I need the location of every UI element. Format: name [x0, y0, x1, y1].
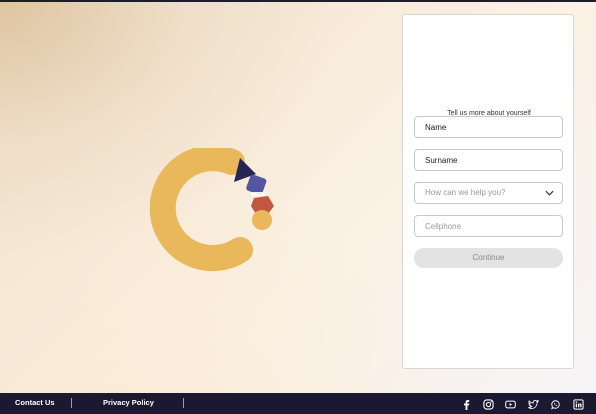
name-input[interactable]	[414, 116, 563, 138]
footer-divider	[183, 398, 184, 408]
linkedin-icon[interactable]	[573, 399, 584, 410]
logo-ring	[149, 148, 253, 272]
privacy-policy-link[interactable]: Privacy Policy	[103, 398, 154, 407]
instagram-icon[interactable]	[483, 399, 494, 410]
footer-divider	[71, 398, 72, 408]
footer-bar: Contact Us Privacy Policy	[0, 393, 596, 414]
signup-form-panel: Tell us more about yourself How can we h…	[402, 14, 574, 369]
continue-button[interactable]: Continue	[414, 248, 563, 268]
chevron-down-icon	[545, 190, 554, 196]
logo-square-highlight	[251, 192, 265, 196]
cellphone-input[interactable]	[414, 215, 563, 237]
logo-dot	[252, 210, 272, 230]
whatsapp-icon[interactable]	[550, 399, 561, 410]
help-topic-value: How can we help you?	[425, 188, 506, 197]
contact-us-link[interactable]: Contact Us	[15, 398, 55, 407]
help-topic-select[interactable]: How can we help you?	[414, 182, 563, 204]
facebook-icon[interactable]	[461, 399, 472, 410]
twitter-icon[interactable]	[528, 399, 539, 410]
youtube-icon[interactable]	[505, 399, 516, 410]
brand-logo	[149, 148, 274, 272]
surname-input[interactable]	[414, 149, 563, 171]
